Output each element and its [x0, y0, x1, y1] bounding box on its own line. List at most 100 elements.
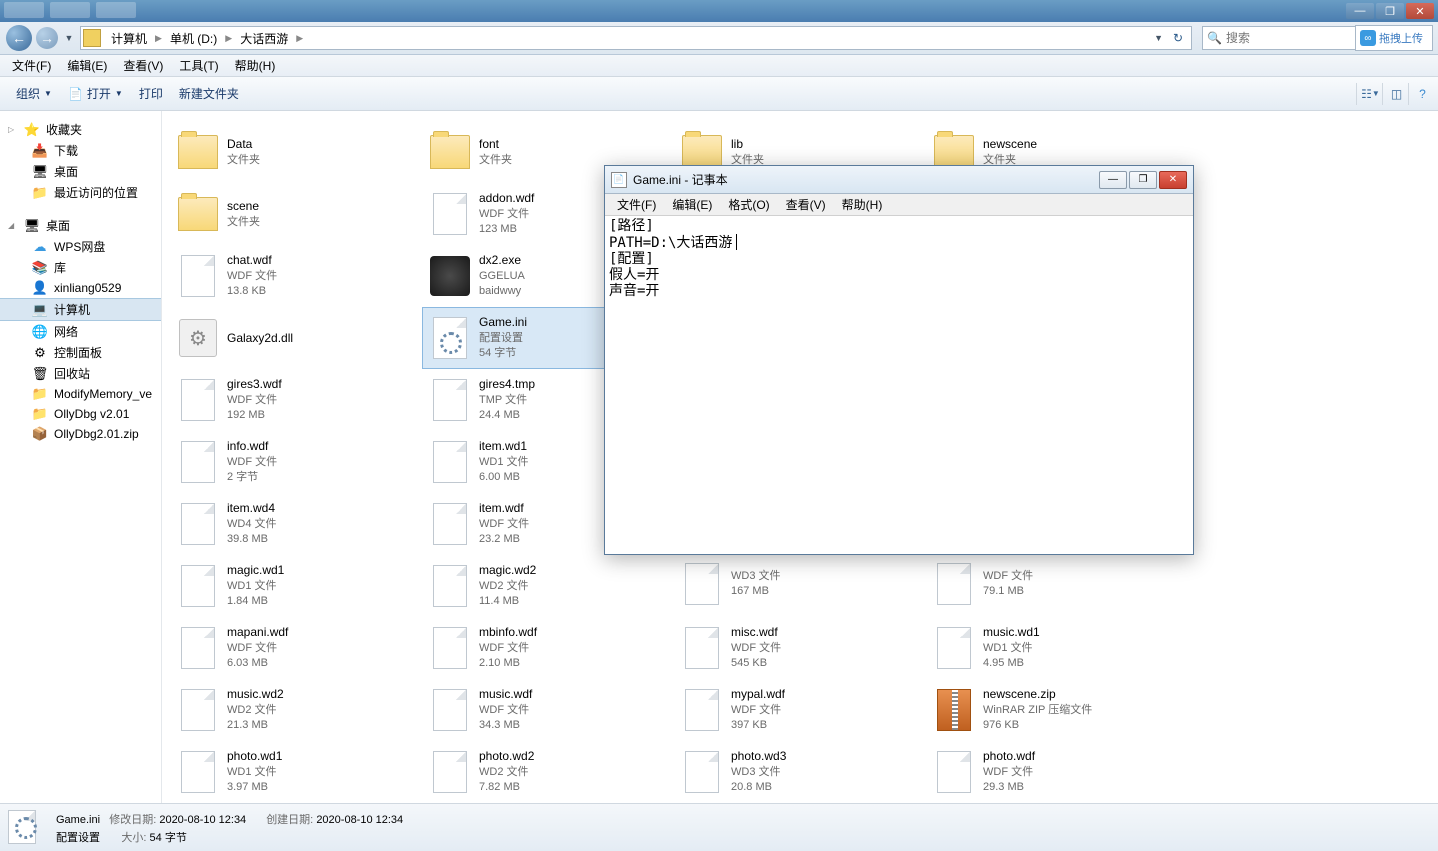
- file-icon: [933, 748, 975, 796]
- upload-badge[interactable]: ∞ 拖拽上传: [1355, 25, 1433, 51]
- sidebar-item-user[interactable]: 👤xinliang0529: [0, 278, 161, 298]
- address-bar[interactable]: 计算机 ▶ 单机 (D:) ▶ 大话西游 ▶ ▼ ↻: [80, 26, 1192, 50]
- breadcrumb[interactable]: 大话西游: [234, 28, 294, 49]
- view-options-button[interactable]: ☷ ▼: [1356, 83, 1378, 105]
- close-button[interactable]: ✕: [1406, 3, 1434, 19]
- file-item[interactable]: info.wdfWDF 文件2 字节: [170, 431, 422, 493]
- file-item[interactable]: mbinfo.wdfWDF 文件2.10 MB: [422, 617, 674, 679]
- open-button[interactable]: 📄打开▼: [60, 81, 131, 106]
- file-type: WD1 文件: [479, 455, 529, 470]
- history-dropdown[interactable]: ▼: [62, 27, 76, 49]
- file-icon: [681, 686, 723, 734]
- file-size: 20.8 MB: [731, 780, 786, 795]
- notepad-menu-view[interactable]: 查看(V): [778, 194, 834, 215]
- notepad-menu-help[interactable]: 帮助(H): [834, 194, 891, 215]
- file-item[interactable]: magic.wd2WD2 文件11.4 MB: [422, 555, 674, 617]
- chevron-right-icon[interactable]: ▶: [153, 33, 164, 44]
- file-item[interactable]: mypal.wdfWDF 文件397 KB: [674, 679, 926, 741]
- file-name: music.wdf: [479, 686, 532, 703]
- notepad-minimize-button[interactable]: —: [1099, 171, 1127, 189]
- file-icon: [429, 624, 471, 672]
- file-item[interactable]: music.wdfWDF 文件34.3 MB: [422, 679, 674, 741]
- file-name: photo.wd2: [479, 748, 534, 765]
- file-item[interactable]: mapani.wdfWDF 文件6.03 MB: [170, 617, 422, 679]
- sidebar-item-downloads[interactable]: 📥下载: [0, 140, 161, 161]
- notepad-text-area[interactable]: [路径] PATH=D:\大话西游 [配置] 假人=开 声音=开: [605, 216, 1193, 554]
- sidebar-item-computer[interactable]: 💻计算机: [0, 298, 161, 321]
- file-item[interactable]: photo.wd3WD3 文件20.8 MB: [674, 741, 926, 803]
- menu-file[interactable]: 文件(F): [4, 55, 59, 76]
- file-item[interactable]: item.wd4WD4 文件39.8 MB: [170, 493, 422, 555]
- file-size: 34.3 MB: [479, 718, 532, 733]
- print-button[interactable]: 打印: [131, 81, 171, 106]
- status-filename: Game.ini: [56, 814, 100, 826]
- search-icon: 🔍: [1207, 31, 1222, 45]
- cloud-icon: ☁: [32, 239, 48, 255]
- sidebar-item-control-panel[interactable]: ⚙控制面板: [0, 342, 161, 363]
- file-item[interactable]: Galaxy2d.dll: [170, 307, 422, 369]
- file-icon: [429, 562, 471, 610]
- file-size: 4.95 MB: [983, 656, 1040, 671]
- file-item[interactable]: music.wd2WD2 文件21.3 MB: [170, 679, 422, 741]
- file-name: music.wd1: [983, 624, 1040, 641]
- file-icon: [681, 624, 723, 672]
- menu-view[interactable]: 查看(V): [115, 55, 171, 76]
- notepad-menu-format[interactable]: 格式(O): [720, 194, 777, 215]
- preview-pane-button[interactable]: ◫: [1382, 83, 1404, 105]
- sidebar-item-network[interactable]: 🌐网络: [0, 321, 161, 342]
- help-button[interactable]: ?: [1408, 83, 1430, 105]
- sidebar-item-libraries[interactable]: 📚库: [0, 257, 161, 278]
- menu-edit[interactable]: 编辑(E): [59, 55, 115, 76]
- notepad-maximize-button[interactable]: ❐: [1129, 171, 1157, 189]
- file-item[interactable]: newscene.zipWinRAR ZIP 压缩文件976 KB: [926, 679, 1178, 741]
- file-size: baidwwy: [479, 284, 525, 299]
- file-item[interactable]: gires3.wdfWDF 文件192 MB: [170, 369, 422, 431]
- chevron-right-icon[interactable]: ▶: [223, 33, 234, 44]
- sidebar-desktop-header[interactable]: ◢🖥桌面: [0, 215, 161, 236]
- breadcrumb[interactable]: 计算机: [105, 28, 153, 49]
- sidebar-item-folder[interactable]: 📁OllyDbg v2.01: [0, 404, 161, 424]
- address-dropdown[interactable]: ▼: [1150, 33, 1167, 43]
- sidebar-item-wps[interactable]: ☁WPS网盘: [0, 236, 161, 257]
- notepad-close-button[interactable]: ✕: [1159, 171, 1187, 189]
- file-item[interactable]: chat.wdfWDF 文件13.8 KB: [170, 245, 422, 307]
- file-size: 545 KB: [731, 656, 781, 671]
- file-item[interactable]: WD3 文件167 MB: [674, 555, 926, 617]
- sidebar-item-zip[interactable]: 📦OllyDbg2.01.zip: [0, 424, 161, 444]
- maximize-button[interactable]: ❐: [1376, 3, 1404, 19]
- new-folder-button[interactable]: 新建文件夹: [171, 81, 247, 106]
- file-icon: [429, 748, 471, 796]
- file-item[interactable]: Data文件夹: [170, 121, 422, 183]
- file-item[interactable]: magic.wd1WD1 文件1.84 MB: [170, 555, 422, 617]
- file-item[interactable]: WDF 文件79.1 MB: [926, 555, 1178, 617]
- back-button[interactable]: ←: [6, 25, 32, 51]
- chevron-right-icon[interactable]: ▶: [294, 33, 305, 44]
- sidebar-item-recent[interactable]: 📁最近访问的位置: [0, 182, 161, 203]
- sidebar-item-folder[interactable]: 📁ModifyMemory_ve: [0, 384, 161, 404]
- sidebar-item-desktop[interactable]: 🖥桌面: [0, 161, 161, 182]
- menu-tools[interactable]: 工具(T): [171, 55, 226, 76]
- file-size: 29.3 MB: [983, 780, 1035, 795]
- window-titlebar: — ❐ ✕: [0, 0, 1438, 22]
- notepad-titlebar[interactable]: 📄 Game.ini - 记事本 — ❐ ✕: [605, 166, 1193, 194]
- breadcrumb[interactable]: 单机 (D:): [164, 28, 223, 49]
- menu-help[interactable]: 帮助(H): [227, 55, 284, 76]
- file-item[interactable]: scene文件夹: [170, 183, 422, 245]
- notepad-window[interactable]: 📄 Game.ini - 记事本 — ❐ ✕ 文件(F) 编辑(E) 格式(O)…: [604, 165, 1194, 555]
- search-box[interactable]: 🔍 ∞ 拖拽上传: [1202, 26, 1432, 50]
- file-item[interactable]: music.wd1WD1 文件4.95 MB: [926, 617, 1178, 679]
- notepad-menu-edit[interactable]: 编辑(E): [664, 194, 720, 215]
- file-icon: [429, 686, 471, 734]
- minimize-button[interactable]: —: [1346, 3, 1374, 19]
- file-item[interactable]: photo.wd1WD1 文件3.97 MB: [170, 741, 422, 803]
- forward-button[interactable]: →: [36, 27, 58, 49]
- text-cursor: [732, 234, 737, 250]
- file-item[interactable]: misc.wdfWDF 文件545 KB: [674, 617, 926, 679]
- file-item[interactable]: photo.wd2WD2 文件7.82 MB: [422, 741, 674, 803]
- file-item[interactable]: photo.wdfWDF 文件29.3 MB: [926, 741, 1178, 803]
- notepad-menu-file[interactable]: 文件(F): [609, 194, 664, 215]
- sidebar-item-recycle[interactable]: 🗑回收站: [0, 363, 161, 384]
- sidebar-favorites-header[interactable]: ▷⭐收藏夹: [0, 119, 161, 140]
- organize-button[interactable]: 组织▼: [8, 81, 60, 106]
- refresh-button[interactable]: ↻: [1167, 31, 1189, 45]
